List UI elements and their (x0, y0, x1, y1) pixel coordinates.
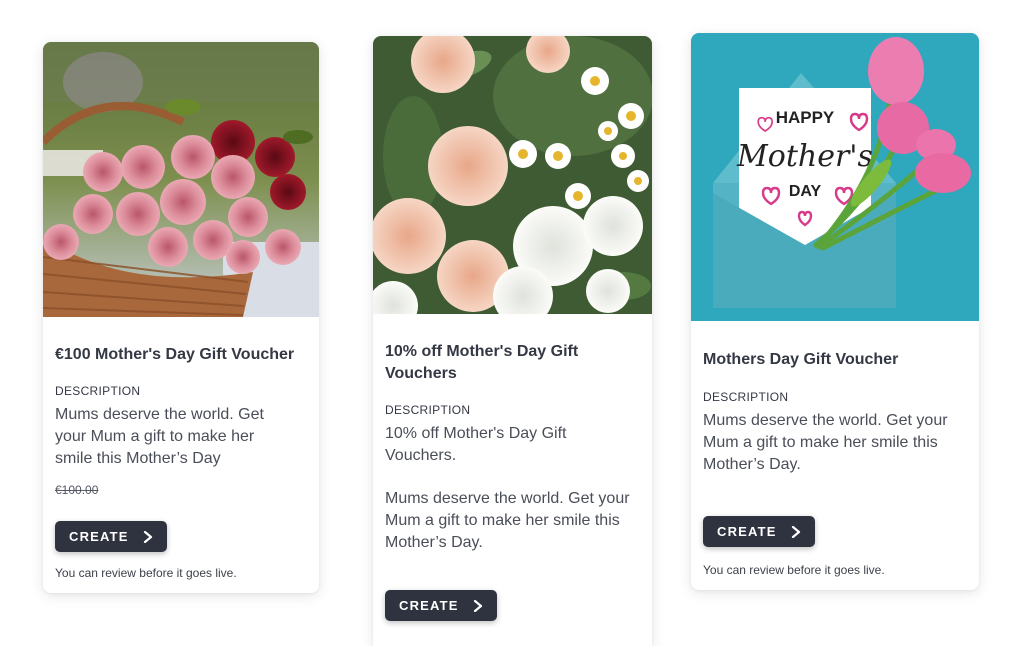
mothers-day-card-image: HAPPY Mother's DAY (691, 33, 979, 321)
card-text-mothers: Mother's (736, 139, 873, 174)
description-label: DESCRIPTION (703, 390, 789, 404)
create-button-label: CREATE (399, 598, 459, 613)
create-button[interactable]: CREATE (703, 516, 815, 547)
create-button-label: CREATE (717, 524, 777, 539)
create-button-label: CREATE (69, 529, 129, 544)
old-price: €100.00 (55, 483, 99, 497)
voucher-card-1[interactable]: €100 Mother's Day Gift Voucher DESCRIPTI… (43, 42, 319, 593)
description-label: DESCRIPTION (55, 384, 141, 398)
card-title: 10% off Mother's Day Gift Vouchers (385, 343, 579, 382)
card-title: Mothers Day Gift Voucher (703, 351, 899, 368)
description-text-line2: Mums deserve the world. Get your Mum a g… (385, 490, 630, 551)
review-note: You can review before it goes live. (703, 563, 885, 577)
carnations-bouquet-image (373, 36, 652, 314)
description-text: Mums deserve the world. Get your Mum a g… (703, 412, 948, 473)
description-label: DESCRIPTION (385, 403, 471, 417)
chevron-right-icon (473, 599, 482, 612)
chevron-right-icon (143, 530, 152, 543)
chevron-right-icon (791, 525, 800, 538)
create-button[interactable]: CREATE (55, 521, 167, 552)
review-note: You can review before it goes live. (55, 566, 237, 580)
voucher-card-3[interactable]: HAPPY Mother's DAY Mothers Day Gift Vouc… (691, 33, 979, 590)
create-button[interactable]: CREATE (385, 590, 497, 621)
card-title: €100 Mother's Day Gift Voucher (55, 346, 295, 363)
roses-basket-image (43, 42, 319, 317)
card-text-happy: HAPPY (776, 108, 835, 127)
card-text-day: DAY (789, 183, 822, 200)
description-text-line1: 10% off Mother's Day Gift Vouchers. (385, 425, 567, 464)
voucher-card-2[interactable]: 10% off Mother's Day Gift Vouchers DESCR… (373, 36, 652, 646)
description-text: Mums deserve the world. Get your Mum a g… (55, 406, 264, 467)
